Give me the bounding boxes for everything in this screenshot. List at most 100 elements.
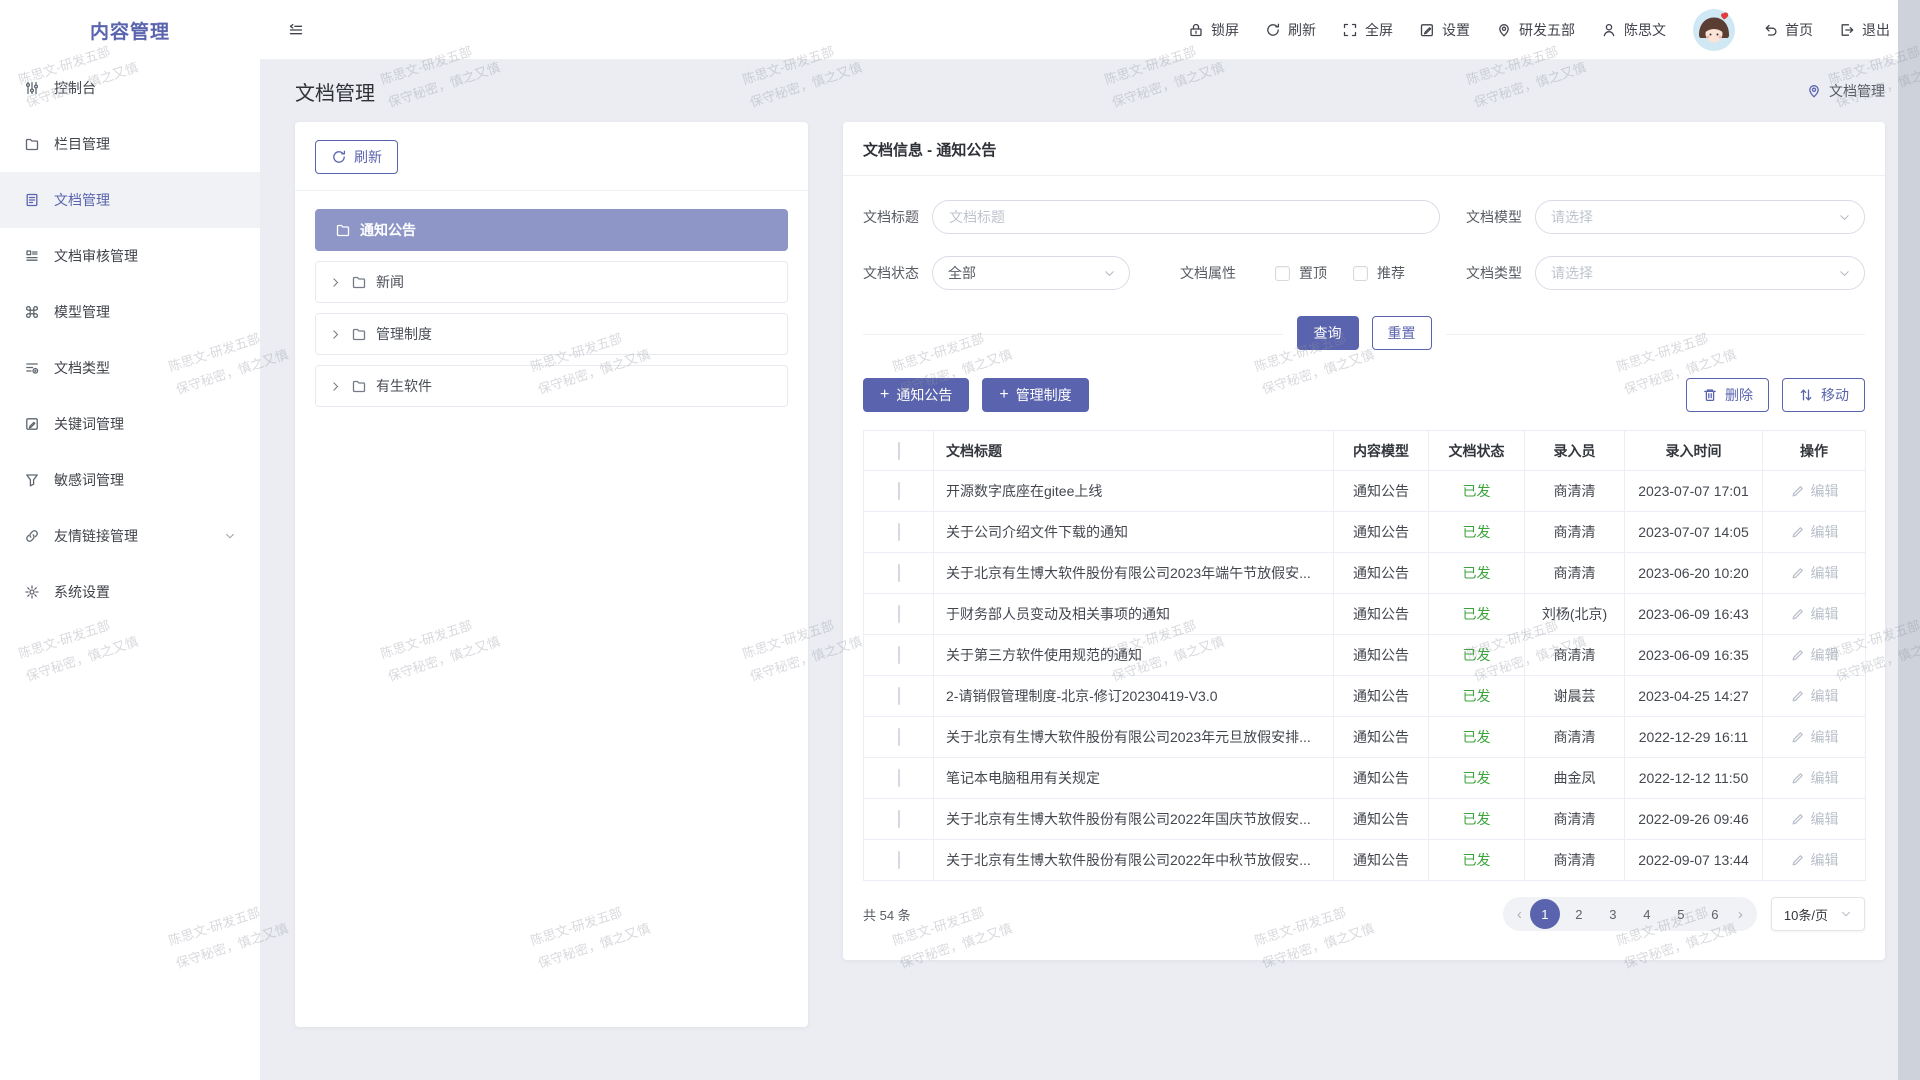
sidebar-item-6[interactable]: 关键词管理 xyxy=(0,396,260,452)
settings[interactable]: 设置 xyxy=(1419,20,1470,40)
page-2[interactable]: 2 xyxy=(1564,899,1594,929)
sidebar-item-0[interactable]: 控制台 xyxy=(0,60,260,116)
cell-operator: 商清清 xyxy=(1525,840,1625,881)
sidebar-item-label: 文档管理 xyxy=(54,190,110,210)
sidebar-collapse-icon[interactable] xyxy=(288,22,304,38)
cell-time: 2023-04-25 14:27 xyxy=(1625,676,1763,717)
sidebar-item-label: 敏感词管理 xyxy=(54,470,124,490)
edit-button[interactable]: 编辑 xyxy=(1790,727,1839,747)
edit-button[interactable]: 编辑 xyxy=(1790,850,1839,870)
edit-button[interactable]: 编辑 xyxy=(1790,686,1839,706)
scrollbar[interactable] xyxy=(1898,0,1920,1080)
edit-button[interactable]: 编辑 xyxy=(1790,768,1839,788)
doc-model-select[interactable]: 请选择 xyxy=(1535,200,1865,234)
edit-button[interactable]: 编辑 xyxy=(1790,809,1839,829)
sidebar-item-8[interactable]: 友情链接管理 xyxy=(0,508,260,564)
cell-action: 编辑 xyxy=(1763,512,1866,553)
page-3[interactable]: 3 xyxy=(1598,899,1628,929)
fullscreen[interactable]: 全屏 xyxy=(1342,20,1393,40)
edit-button[interactable]: 编辑 xyxy=(1790,563,1839,583)
edit-button[interactable]: 编辑 xyxy=(1790,522,1839,542)
edit-button-label: 编辑 xyxy=(1811,768,1839,788)
department-label: 研发五部 xyxy=(1519,20,1575,40)
sidebar-item-5[interactable]: 文档类型 xyxy=(0,340,260,396)
doc-type-select[interactable]: 请选择 xyxy=(1535,256,1865,290)
row-checkbox[interactable] xyxy=(898,482,900,500)
console-sliders-icon xyxy=(24,80,40,96)
page-1[interactable]: 1 xyxy=(1530,899,1560,929)
attr-recommend-checkbox[interactable] xyxy=(1353,266,1368,281)
page-list: ‹ 123456 › xyxy=(1503,897,1757,931)
user-avatar[interactable] xyxy=(1692,8,1736,52)
row-checkbox[interactable] xyxy=(898,728,900,746)
sidebar-item-4[interactable]: 模型管理 xyxy=(0,284,260,340)
page-4[interactable]: 4 xyxy=(1632,899,1662,929)
sidebar-item-7[interactable]: 敏感词管理 xyxy=(0,452,260,508)
row-checkbox[interactable] xyxy=(898,646,900,664)
app-logo-text: 内容管理 xyxy=(90,17,170,44)
page-size-select[interactable]: 10条/页 xyxy=(1771,897,1865,931)
row-checkbox[interactable] xyxy=(898,769,900,787)
tree-refresh-button[interactable]: 刷新 xyxy=(315,140,398,174)
table-row-2: 关于北京有生博大软件股份有限公司2023年端午节放假安...通知公告已发商清清2… xyxy=(864,553,1866,594)
row-checkbox[interactable] xyxy=(898,810,900,828)
next-page-button[interactable]: › xyxy=(1734,906,1747,923)
edit-button[interactable]: 编辑 xyxy=(1790,604,1839,624)
page-size-value: 10条/页 xyxy=(1784,905,1828,924)
cell-action: 编辑 xyxy=(1763,594,1866,635)
edit-button[interactable]: 编辑 xyxy=(1790,481,1839,501)
refresh-label: 刷新 xyxy=(1288,20,1316,40)
sidebar-item-9[interactable]: 系统设置 xyxy=(0,564,260,620)
home[interactable]: 首页 xyxy=(1762,20,1813,40)
lock-screen[interactable]: 锁屏 xyxy=(1188,20,1239,40)
cell-operator: 刘杨(北京) xyxy=(1525,594,1625,635)
attr-top-checkbox[interactable] xyxy=(1275,266,1290,281)
cell-action: 编辑 xyxy=(1763,840,1866,881)
doc-status-select[interactable]: 全部 xyxy=(932,256,1130,290)
move-button-label: 移动 xyxy=(1821,385,1849,405)
page-title-row: 文档管理 文档管理 xyxy=(295,74,1885,108)
content-area: 文档管理 文档管理 刷新 通知公告新闻管理制度有生软件 文档信息 - 通知公告 xyxy=(260,60,1920,1080)
row-checkbox[interactable] xyxy=(898,523,900,541)
edit-button-label: 编辑 xyxy=(1811,727,1839,747)
cell-title: 关于北京有生博大软件股份有限公司2022年国庆节放假安... xyxy=(934,799,1334,840)
cell-title: 开源数字底座在gitee上线 xyxy=(934,471,1334,512)
search-button[interactable]: 查询 xyxy=(1297,316,1359,350)
page-numbers: 123456 xyxy=(1530,899,1730,929)
add-notice-button[interactable]: + 通知公告 xyxy=(863,378,969,412)
row-checkbox[interactable] xyxy=(898,687,900,705)
tree-node-1[interactable]: 新闻 xyxy=(315,261,788,303)
row-checkbox[interactable] xyxy=(898,564,900,582)
add-rule-label: 管理制度 xyxy=(1016,385,1072,405)
add-rule-button[interactable]: + 管理制度 xyxy=(982,378,1088,412)
edit-button-label: 编辑 xyxy=(1811,809,1839,829)
tree-node-2[interactable]: 管理制度 xyxy=(315,313,788,355)
doc-title-input[interactable] xyxy=(932,200,1440,234)
row-checkbox[interactable] xyxy=(898,851,900,869)
chevron-down-icon xyxy=(224,530,236,542)
plus-icon: + xyxy=(999,387,1008,403)
delete-button[interactable]: 删除 xyxy=(1686,378,1769,412)
column-header-0: 文档标题 xyxy=(934,431,1334,471)
select-all-checkbox[interactable] xyxy=(898,442,900,460)
cell-time: 2023-07-07 17:01 xyxy=(1625,471,1763,512)
current-user[interactable]: 陈思文 xyxy=(1601,20,1666,40)
page-5[interactable]: 5 xyxy=(1666,899,1696,929)
logout[interactable]: 退出 xyxy=(1839,20,1890,40)
tree-node-0[interactable]: 通知公告 xyxy=(315,209,788,251)
sidebar-item-3[interactable]: 文档审核管理 xyxy=(0,228,260,284)
sidebar-item-1[interactable]: 栏目管理 xyxy=(0,116,260,172)
move-button[interactable]: 移动 xyxy=(1782,378,1865,412)
reset-button[interactable]: 重置 xyxy=(1372,316,1432,350)
row-checkbox[interactable] xyxy=(898,605,900,623)
edit-button-label: 编辑 xyxy=(1811,645,1839,665)
page-6[interactable]: 6 xyxy=(1700,899,1730,929)
department[interactable]: 研发五部 xyxy=(1496,20,1575,40)
tree-node-3[interactable]: 有生软件 xyxy=(315,365,788,407)
refresh[interactable]: 刷新 xyxy=(1265,20,1316,40)
edit-button[interactable]: 编辑 xyxy=(1790,645,1839,665)
folder-icon xyxy=(335,222,351,238)
cell-title: 于财务部人员变动及相关事项的通知 xyxy=(934,594,1334,635)
prev-page-button[interactable]: ‹ xyxy=(1513,906,1526,923)
sidebar-item-2[interactable]: 文档管理 xyxy=(0,172,260,228)
